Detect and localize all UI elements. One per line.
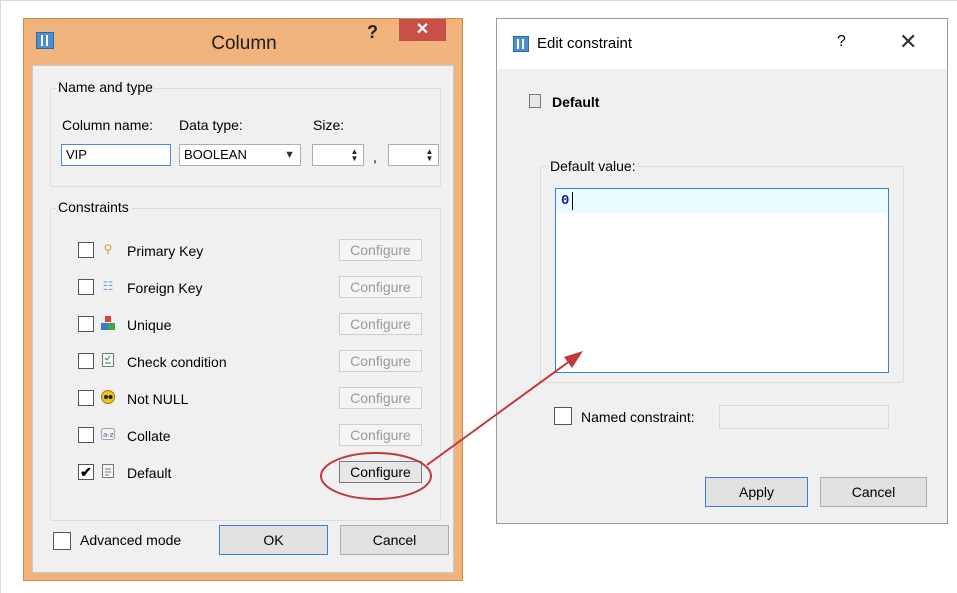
primary-key-checkbox[interactable] [78,242,94,258]
size-separator: , [373,149,377,165]
check-condition-label: Check condition [127,354,227,370]
data-type-value: BOOLEAN [184,147,247,162]
current-line-highlight [556,189,888,213]
foreign-key-checkbox[interactable] [78,279,94,295]
not-null-checkbox[interactable] [78,390,94,406]
constraints-legend: Constraints [56,199,131,215]
default-label: Default [127,465,172,481]
help-button[interactable]: ? [367,22,378,43]
not-null-icon [101,390,115,404]
default-value-editor[interactable]: 0 [555,188,889,373]
scale-spinbox[interactable]: ▲ ▼ [388,144,439,166]
column-dialog-body: Name and type Column name: Data type: Si… [32,65,454,573]
unique-configure-button[interactable]: Configure [339,313,422,335]
column-name-label: Column name: [62,117,154,133]
frame-top [0,0,957,1]
default-checkbox[interactable]: ✔ [78,464,94,480]
collate-label: Collate [127,428,171,444]
data-type-label: Data type: [179,117,243,133]
primary-key-configure-button[interactable]: Configure [339,239,422,261]
apply-button[interactable]: Apply [705,477,808,507]
ok-button[interactable]: OK [219,525,328,555]
default-configure-button[interactable]: Configure [339,461,422,483]
advanced-mode-label: Advanced mode [80,532,182,548]
check-condition-configure-button[interactable]: Configure [339,350,422,372]
column-dialog: Column ? ✕ Name and type Column name: Da… [23,18,463,581]
close-button[interactable]: ✕ [399,19,446,41]
spinner-arrows-icon[interactable]: ▲ ▼ [350,148,359,163]
check-condition-icon [101,353,115,367]
default-icon [101,464,115,478]
app-icon [513,36,529,52]
unique-checkbox[interactable] [78,316,94,332]
cancel-button[interactable]: Cancel [820,477,927,507]
check-condition-checkbox[interactable] [78,353,94,369]
foreign-key-label: Foreign Key [127,280,203,296]
default-value-legend: Default value: [548,158,638,174]
column-name-input[interactable]: VIP [61,144,171,166]
not-null-configure-button[interactable]: Configure [339,387,422,409]
advanced-mode-checkbox[interactable] [53,532,71,550]
frame-left [0,0,1,593]
foreign-key-icon: ☷ [102,279,114,293]
unique-label: Unique [127,317,172,333]
edit-constraint-dialog: Edit constraint ? ✕ Default Default valu… [496,18,948,524]
name-and-type-group [50,88,441,187]
column-dialog-title: Column [211,33,277,54]
named-constraint-input[interactable] [719,405,889,429]
collate-configure-button[interactable]: Configure [339,424,422,446]
cancel-button[interactable]: Cancel [340,525,449,555]
default-value-text: 0 [561,193,570,209]
svg-text:a-z: a-z [103,431,114,439]
primary-key-label: Primary Key [127,243,204,259]
foreign-key-configure-button[interactable]: Configure [339,276,422,298]
chevron-down-icon: ▼ [284,149,295,161]
spinner-arrows-icon[interactable]: ▲ ▼ [425,148,434,163]
collate-checkbox[interactable] [78,427,94,443]
name-and-type-legend: Name and type [56,79,155,95]
constraint-heading: Default [552,94,600,110]
default-icon [529,94,541,108]
size-spinbox[interactable]: ▲ ▼ [312,144,364,166]
column-dialog-titlebar: Column ? ✕ [24,19,462,65]
help-button[interactable]: ? [837,33,846,51]
not-null-label: Not NULL [127,391,189,407]
data-type-select[interactable]: BOOLEAN ▼ [179,144,301,166]
text-caret [572,192,573,210]
key-icon: ⚲ [103,242,113,256]
close-button[interactable]: ✕ [899,29,917,55]
collate-icon: a-z [101,427,115,441]
edit-constraint-titlebar: Edit constraint ? ✕ [497,19,947,69]
unique-icon [101,316,115,330]
named-constraint-label: Named constraint: [581,409,695,425]
size-label: Size: [313,117,345,133]
named-constraint-checkbox[interactable] [554,407,572,425]
edit-constraint-title: Edit constraint [537,35,633,52]
